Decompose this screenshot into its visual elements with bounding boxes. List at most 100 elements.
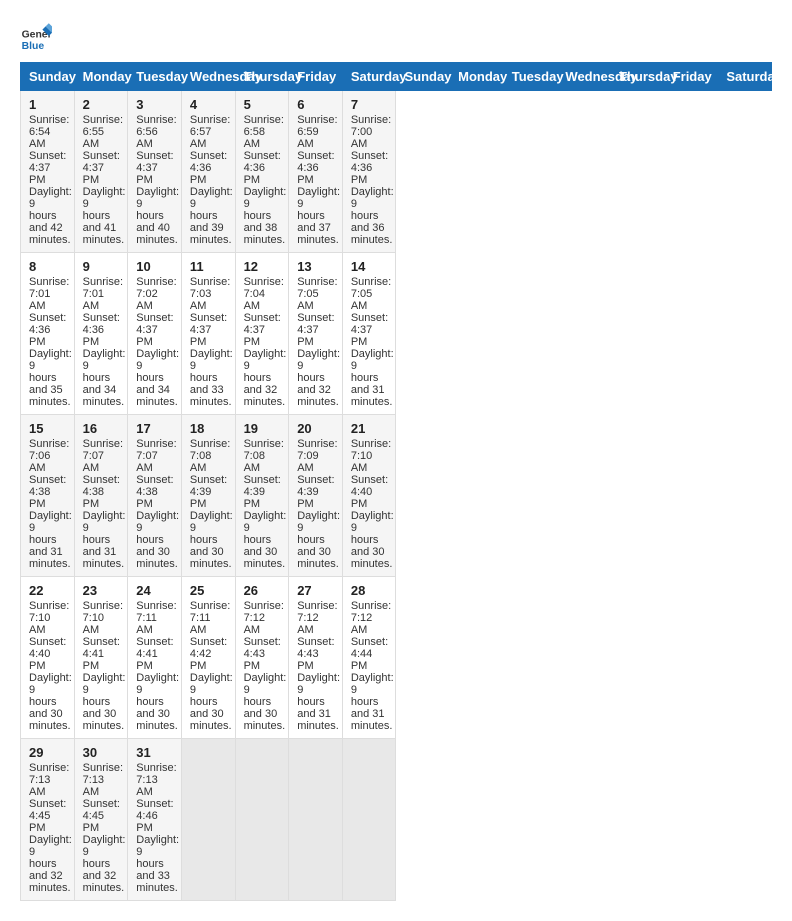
day-number: 27 [297, 583, 334, 598]
day-number: 26 [244, 583, 281, 598]
day-number: 10 [136, 259, 173, 274]
cell-info: Sunrise: 7:05 AMSunset: 4:37 PMDaylight:… [297, 276, 340, 408]
calendar-cell [342, 739, 396, 901]
cell-info: Sunrise: 7:11 AMSunset: 4:42 PMDaylight:… [190, 600, 233, 732]
day-number: 4 [190, 97, 227, 112]
day-number: 28 [351, 583, 388, 598]
cell-info: Sunrise: 6:57 AMSunset: 4:36 PMDaylight:… [190, 114, 233, 246]
calendar-cell: 17 Sunrise: 7:07 AMSunset: 4:38 PMDayligh… [128, 415, 182, 577]
cell-info: Sunrise: 7:05 AMSunset: 4:37 PMDaylight:… [351, 276, 394, 408]
calendar-cell: 13 Sunrise: 7:05 AMSunset: 4:37 PMDayligh… [289, 253, 343, 415]
cell-info: Sunrise: 6:59 AMSunset: 4:36 PMDaylight:… [297, 114, 340, 246]
day-number: 17 [136, 421, 173, 436]
day-number: 20 [297, 421, 334, 436]
cell-info: Sunrise: 7:10 AMSunset: 4:40 PMDaylight:… [29, 600, 72, 732]
day-number: 11 [190, 259, 227, 274]
header-saturday: Saturday [342, 63, 396, 91]
calendar-cell: 20 Sunrise: 7:09 AMSunset: 4:39 PMDayligh… [289, 415, 343, 577]
calendar-cell: 29Sunrise: 7:13 AMSunset: 4:45 PMDayligh… [21, 739, 75, 901]
cell-info: Sunrise: 7:13 AMSunset: 4:46 PMDaylight:… [136, 762, 179, 894]
col-header-saturday: Saturday [718, 63, 772, 91]
cell-info: Sunrise: 6:54 AMSunset: 4:37 PMDaylight:… [29, 114, 72, 246]
day-number: 12 [244, 259, 281, 274]
calendar-cell: 30Sunrise: 7:13 AMSunset: 4:45 PMDayligh… [74, 739, 128, 901]
logo-icon: General Blue [20, 20, 52, 52]
calendar-cell: 8 Sunrise: 7:01 AMSunset: 4:36 PMDaylight… [21, 253, 75, 415]
calendar-cell: 11 Sunrise: 7:03 AMSunset: 4:37 PMDayligh… [181, 253, 235, 415]
day-number: 14 [351, 259, 388, 274]
header-sunday: Sunday [21, 63, 75, 91]
calendar-cell: 10 Sunrise: 7:02 AMSunset: 4:37 PMDayligh… [128, 253, 182, 415]
col-header-tuesday: Tuesday [503, 63, 557, 91]
calendar-cell: 31 Sunrise: 7:13 AMSunset: 4:46 PMDayligh… [128, 739, 182, 901]
calendar-cell [235, 739, 289, 901]
calendar-cell: 14 Sunrise: 7:05 AMSunset: 4:37 PMDayligh… [342, 253, 396, 415]
day-number: 16 [83, 421, 120, 436]
page-header: General Blue [20, 20, 772, 52]
day-number: 23 [83, 583, 120, 598]
day-number: 6 [297, 97, 334, 112]
col-header-friday: Friday [664, 63, 718, 91]
cell-info: Sunrise: 7:08 AMSunset: 4:39 PMDaylight:… [244, 438, 287, 570]
calendar-week-row: 22 Sunrise: 7:10 AMSunset: 4:40 PMDayligh… [21, 577, 772, 739]
cell-info: Sunrise: 7:07 AMSunset: 4:38 PMDaylight:… [136, 438, 179, 570]
cell-info: Sunrise: 7:12 AMSunset: 4:43 PMDaylight:… [244, 600, 287, 732]
cell-info: Sunrise: 7:04 AMSunset: 4:37 PMDaylight:… [244, 276, 287, 408]
cell-info: Sunrise: 7:03 AMSunset: 4:37 PMDaylight:… [190, 276, 233, 408]
day-number: 25 [190, 583, 227, 598]
calendar-cell: 3 Sunrise: 6:56 AMSunset: 4:37 PMDaylight… [128, 91, 182, 253]
day-number: 31 [136, 745, 173, 760]
calendar-week-row: 15Sunrise: 7:06 AMSunset: 4:38 PMDayligh… [21, 415, 772, 577]
calendar-cell: 18 Sunrise: 7:08 AMSunset: 4:39 PMDayligh… [181, 415, 235, 577]
calendar-cell: 28 Sunrise: 7:12 AMSunset: 4:44 PMDayligh… [342, 577, 396, 739]
col-header-monday: Monday [450, 63, 504, 91]
calendar-cell: 12 Sunrise: 7:04 AMSunset: 4:37 PMDayligh… [235, 253, 289, 415]
cell-info: Sunrise: 7:02 AMSunset: 4:37 PMDaylight:… [136, 276, 179, 408]
cell-info: Sunrise: 7:08 AMSunset: 4:39 PMDaylight:… [190, 438, 233, 570]
calendar-cell: 5Sunrise: 6:58 AMSunset: 4:36 PMDaylight… [235, 91, 289, 253]
cell-info: Sunrise: 7:12 AMSunset: 4:44 PMDaylight:… [351, 600, 394, 732]
calendar-cell: 22 Sunrise: 7:10 AMSunset: 4:40 PMDayligh… [21, 577, 75, 739]
day-number: 3 [136, 97, 173, 112]
day-number: 8 [29, 259, 66, 274]
day-number: 18 [190, 421, 227, 436]
calendar-table: SundayMondayTuesdayWednesdayThursdayFrid… [20, 62, 772, 901]
cell-info: Sunrise: 7:01 AMSunset: 4:36 PMDaylight:… [29, 276, 72, 408]
col-header-wednesday: Wednesday [557, 63, 611, 91]
calendar-cell [289, 739, 343, 901]
header-friday: Friday [289, 63, 343, 91]
day-number: 24 [136, 583, 173, 598]
calendar-week-row: 29Sunrise: 7:13 AMSunset: 4:45 PMDayligh… [21, 739, 772, 901]
cell-info: Sunrise: 7:10 AMSunset: 4:40 PMDaylight:… [351, 438, 394, 570]
day-number: 13 [297, 259, 334, 274]
calendar-header-row: SundayMondayTuesdayWednesdayThursdayFrid… [21, 63, 772, 91]
day-number: 21 [351, 421, 388, 436]
cell-info: Sunrise: 7:00 AMSunset: 4:36 PMDaylight:… [351, 114, 394, 246]
calendar-cell: 19Sunrise: 7:08 AMSunset: 4:39 PMDayligh… [235, 415, 289, 577]
calendar-cell: 15Sunrise: 7:06 AMSunset: 4:38 PMDayligh… [21, 415, 75, 577]
day-number: 22 [29, 583, 66, 598]
cell-info: Sunrise: 7:13 AMSunset: 4:45 PMDaylight:… [29, 762, 72, 894]
calendar-cell: 23Sunrise: 7:10 AMSunset: 4:41 PMDayligh… [74, 577, 128, 739]
calendar-cell: 7 Sunrise: 7:00 AMSunset: 4:36 PMDaylight… [342, 91, 396, 253]
cell-info: Sunrise: 7:09 AMSunset: 4:39 PMDaylight:… [297, 438, 340, 570]
calendar-cell: 16 Sunrise: 7:07 AMSunset: 4:38 PMDayligh… [74, 415, 128, 577]
cell-info: Sunrise: 6:55 AMSunset: 4:37 PMDaylight:… [83, 114, 126, 246]
calendar-cell: 6 Sunrise: 6:59 AMSunset: 4:36 PMDaylight… [289, 91, 343, 253]
day-number: 30 [83, 745, 120, 760]
day-number: 15 [29, 421, 66, 436]
cell-info: Sunrise: 7:12 AMSunset: 4:43 PMDaylight:… [297, 600, 340, 732]
calendar-cell: 9Sunrise: 7:01 AMSunset: 4:36 PMDaylight… [74, 253, 128, 415]
svg-text:Blue: Blue [22, 41, 45, 52]
cell-info: Sunrise: 7:11 AMSunset: 4:41 PMDaylight:… [136, 600, 179, 732]
calendar-week-row: 8 Sunrise: 7:01 AMSunset: 4:36 PMDaylight… [21, 253, 772, 415]
calendar-cell: 1Sunrise: 6:54 AMSunset: 4:37 PMDaylight… [21, 91, 75, 253]
logo: General Blue [20, 20, 52, 52]
header-thursday: Thursday [235, 63, 289, 91]
cell-info: Sunrise: 7:07 AMSunset: 4:38 PMDaylight:… [83, 438, 126, 570]
cell-info: Sunrise: 7:01 AMSunset: 4:36 PMDaylight:… [83, 276, 126, 408]
cell-info: Sunrise: 6:56 AMSunset: 4:37 PMDaylight:… [136, 114, 179, 246]
day-number: 7 [351, 97, 388, 112]
header-monday: Monday [74, 63, 128, 91]
calendar-cell: 24 Sunrise: 7:11 AMSunset: 4:41 PMDayligh… [128, 577, 182, 739]
